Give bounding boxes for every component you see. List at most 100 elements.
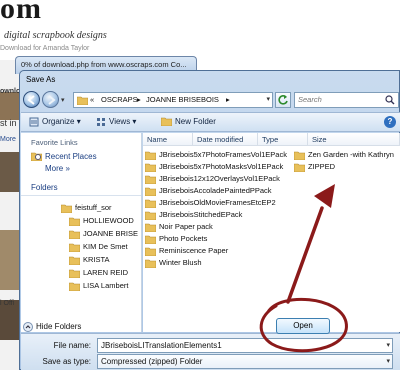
search-icon[interactable]	[385, 95, 395, 105]
file-item-label: Zen Garden -with Kathryn	[308, 150, 394, 159]
folder-icon	[69, 230, 80, 239]
site-tagline: digital scrapbook designs	[4, 30, 107, 41]
chevron-up-icon	[23, 322, 33, 332]
file-item-label: JBrisebois5x7PhotoFramesVol1EPack	[159, 150, 287, 159]
file-item[interactable]: JBrisebois5x7PhotoFramesVol1EPack	[145, 150, 287, 160]
organize-button[interactable]: Organize ▾	[29, 117, 81, 127]
hide-folders-toggle[interactable]: Hide Folders	[23, 322, 81, 332]
tree-item-label: HOLLIEWOOD	[83, 216, 134, 225]
file-list: Name Date modified Type Size JBrisebois5…	[143, 133, 400, 332]
tree-item[interactable]: KIM De Smet	[69, 242, 128, 252]
back-button[interactable]	[23, 91, 40, 108]
back-arrow-icon	[27, 95, 35, 105]
organize-icon	[29, 117, 39, 127]
recent-pages-dropdown[interactable]: ▾	[61, 96, 65, 104]
file-item[interactable]: JBriseboisOldMovieFramesEtcEP2	[145, 198, 276, 208]
site-logo: om	[0, 0, 42, 25]
tree-item[interactable]: KRISTA	[69, 255, 110, 265]
save-as-type-label: Save as type:	[42, 357, 91, 366]
folder-icon	[69, 269, 80, 278]
tree-item[interactable]: HOLLIEWOOD	[69, 216, 134, 226]
folders-heading[interactable]: Folders	[31, 183, 58, 192]
navigation-row: ▾ « OSCRAPS ▸ JOANNE BRISEBOIS ▸ ▾ Searc…	[23, 89, 400, 111]
file-item[interactable]: Zen Garden -with Kathryn	[294, 150, 394, 160]
column-header-type[interactable]: Type	[258, 133, 308, 146]
file-name-value: JBriseboisLITranslationElements1	[101, 341, 222, 350]
folder-icon	[145, 211, 156, 220]
file-item[interactable]: Noir Paper pack	[145, 222, 213, 232]
tree-item[interactable]: LISA Lambert	[69, 281, 128, 291]
breadcrumb-overflow[interactable]: «	[90, 95, 94, 104]
help-button[interactable]: ?	[384, 116, 396, 128]
folder-icon	[145, 247, 156, 256]
tree-item[interactable]: LAREN REID	[69, 268, 128, 278]
navigation-pane: Favorite Links Recent Places More » Fold…	[21, 133, 142, 332]
tree-item[interactable]: JOANNE BRISE	[69, 229, 138, 239]
file-item[interactable]: JBrisebois12x12OverlaysVol1EPack	[145, 174, 280, 184]
file-item-label: JBriseboisOldMovieFramesEtcEP2	[159, 198, 276, 207]
bottom-panel: File name: JBriseboisLITranslationElemen…	[21, 333, 400, 370]
new-folder-icon	[161, 118, 172, 127]
file-name-input[interactable]: JBriseboisLITranslationElements1 ▾	[97, 338, 393, 353]
background-text: st in	[0, 118, 17, 128]
download-for-text: Download for Amanda Taylor	[0, 45, 90, 52]
nav-link-label: More »	[45, 164, 70, 173]
title-bar[interactable]: Save As	[20, 71, 399, 88]
nav-link-more[interactable]: More »	[31, 164, 70, 173]
folder-icon	[145, 163, 156, 172]
file-name-label: File name:	[53, 341, 91, 350]
breadcrumb-separator[interactable]: ▸	[226, 95, 230, 104]
tree-item[interactable]: feistuff_sor	[61, 203, 112, 213]
new-folder-button[interactable]: New Folder	[161, 117, 216, 127]
open-button[interactable]: Open	[276, 318, 330, 334]
folder-icon	[77, 96, 88, 105]
chevron-down-icon[interactable]: ▾	[386, 357, 390, 365]
column-header-date-modified[interactable]: Date modified	[193, 133, 258, 146]
file-item-label: Noir Paper pack	[159, 222, 213, 231]
search-placeholder: Search	[298, 95, 322, 104]
file-item[interactable]: JBriseboisStitchedEPack	[145, 210, 242, 220]
forward-button[interactable]	[42, 91, 59, 108]
download-window-title: 0% of download.php from www.oscraps.com …	[21, 60, 187, 69]
nav-link-label: Recent Places	[45, 152, 97, 161]
file-item-label: JBriseboisAccoladePaintedPPack	[159, 186, 272, 195]
breadcrumb-joanne-brisebois[interactable]: JOANNE BRISEBOIS	[146, 95, 219, 104]
folder-icon	[69, 217, 80, 226]
file-item-zipped[interactable]: ZIPPED	[294, 162, 335, 172]
refresh-button[interactable]	[275, 92, 291, 108]
toolbar: Organize ▾ Views ▾ New Folder ?	[21, 112, 400, 132]
folder-icon	[69, 256, 80, 265]
background-text: ownlo	[0, 88, 21, 95]
nav-link-recent-places[interactable]: Recent Places	[31, 152, 97, 162]
chevron-down-icon[interactable]: ▾	[266, 95, 270, 103]
forward-arrow-icon	[48, 95, 56, 105]
file-item[interactable]: Photo Pockets	[145, 234, 207, 244]
background-text: More	[0, 136, 16, 143]
file-item[interactable]: Reminiscence Paper	[145, 246, 228, 256]
tree-item-label: LISA Lambert	[83, 281, 129, 290]
file-item[interactable]: JBriseboisAccoladePaintedPPack	[145, 186, 272, 196]
dialog-title: Save As	[26, 75, 56, 84]
views-button[interactable]: Views ▾	[96, 117, 136, 127]
folder-icon	[145, 175, 156, 184]
breadcrumb-separator[interactable]: ▸	[137, 95, 141, 104]
folder-icon	[145, 151, 156, 160]
file-item[interactable]: JBrisebois5x7PhotoMasksVol1EPack	[145, 162, 283, 172]
column-header-name[interactable]: Name	[143, 133, 193, 146]
views-label: Views	[109, 117, 131, 127]
chevron-down-icon[interactable]: ▾	[386, 341, 390, 349]
file-item[interactable]: Winter Blush	[145, 258, 202, 268]
file-item-label: Winter Blush	[159, 258, 202, 267]
recent-places-icon	[31, 153, 42, 162]
save-as-type-select[interactable]: Compressed (zipped) Folder ▾	[97, 354, 393, 369]
column-header-size[interactable]: Size	[308, 133, 400, 146]
file-item-label: Photo Pockets	[159, 234, 208, 243]
hide-folders-label: Hide Folders	[36, 322, 82, 332]
address-bar[interactable]: « OSCRAPS ▸ JOANNE BRISEBOIS ▸ ▾	[73, 92, 273, 108]
file-item-label: JBrisebois5x7PhotoMasksVol1EPack	[159, 162, 284, 171]
folder-icon	[294, 151, 305, 160]
folder-icon	[294, 163, 305, 172]
search-input[interactable]: Search	[294, 92, 399, 108]
file-item-label: ZIPPED	[308, 162, 336, 171]
breadcrumb-oscraps[interactable]: OSCRAPS	[101, 95, 138, 104]
